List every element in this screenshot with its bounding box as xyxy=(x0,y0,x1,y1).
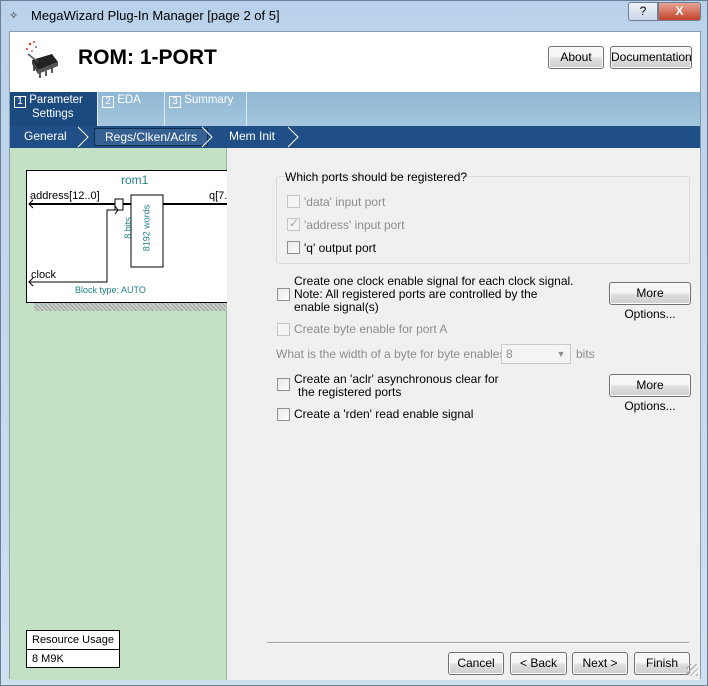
symbol-instance-name: rom1 xyxy=(121,173,149,187)
block-type-label: Block type: AUTO xyxy=(75,285,146,295)
clock-enable-more-options-button[interactable]: More Options... xyxy=(609,282,691,321)
rden-label: Create a 'rden' read enable signal xyxy=(294,407,474,421)
rden-checkbox[interactable] xyxy=(277,408,290,421)
clock-enable-label-line1: Create one clock enable signal for each … xyxy=(294,274,574,288)
subtab-general[interactable]: General xyxy=(24,129,67,143)
data-port-checkbox[interactable] xyxy=(287,195,300,208)
chevron-right-icon xyxy=(287,126,299,148)
chevron-right-icon xyxy=(77,126,89,148)
memory-words-label: 8192 words xyxy=(141,204,152,252)
tab-number: 1 xyxy=(14,96,26,108)
footer-divider xyxy=(267,642,689,644)
aclr-checkbox[interactable] xyxy=(277,378,290,391)
title-bar[interactable]: ✧ MegaWizard Plug-In Manager [page 2 of … xyxy=(1,1,707,31)
aclr-label-line1: Create an 'aclr' asynchronous clear for xyxy=(294,372,499,386)
wizard-window: ✧ MegaWizard Plug-In Manager [page 2 of … xyxy=(0,0,708,686)
wizard-header: ROM: 1-PORT About Documentation xyxy=(10,32,700,92)
byte-enable-checkbox[interactable] xyxy=(277,323,290,336)
megafunction-chip-icon xyxy=(26,41,58,78)
byte-width-question: What is the width of a byte for byte ena… xyxy=(276,347,513,361)
address-port-label: address[12..0] xyxy=(30,190,100,202)
subtab-regs-clken-aclrs[interactable]: Regs/Clken/Aclrs xyxy=(94,128,209,146)
clock-enable-label-line3: enable signal(s) xyxy=(294,300,379,314)
help-button[interactable]: ? xyxy=(628,2,658,21)
q-port-label: 'q' output port xyxy=(304,241,376,255)
page-title: ROM: 1-PORT xyxy=(78,46,217,69)
dropdown-arrow-icon: ▼ xyxy=(556,349,566,359)
tab-number: 3 xyxy=(169,96,181,108)
cancel-label: Cancel xyxy=(457,656,495,670)
byte-enable-label: Create byte enable for port A xyxy=(294,322,448,336)
tab-eda[interactable]: 2 EDA xyxy=(98,92,165,126)
back-label: < Back xyxy=(519,656,558,670)
chevron-right-icon xyxy=(201,126,213,148)
sub-tabs: General Regs/Clken/Aclrs Mem Init xyxy=(10,126,700,148)
registered-ports-question: Which ports should be registered? xyxy=(285,170,468,184)
subtab-mem-init[interactable]: Mem Init xyxy=(229,129,275,143)
checkmark-icon: ✓ xyxy=(289,216,300,230)
documentation-button-label: Documentation xyxy=(611,50,692,64)
tab-label: Parameter xyxy=(29,94,83,106)
tab-parameter-settings[interactable]: 1 Parameter Settings xyxy=(10,92,98,126)
tab-label-line2: Settings xyxy=(32,108,74,120)
tab-summary[interactable]: 3 Summary xyxy=(165,92,247,126)
resource-usage-value: 8 M9K xyxy=(32,653,64,665)
more-options-label: More Options... xyxy=(624,378,676,413)
clock-port-label: clock xyxy=(31,269,57,281)
wand-icon: ✧ xyxy=(9,10,19,22)
finish-label: Finish xyxy=(645,656,678,670)
window-title: MegaWizard Plug-In Manager [page 2 of 5] xyxy=(31,8,280,23)
clock-enable-label-line2: Note: All registered ports are controlle… xyxy=(294,287,538,301)
byte-width-select[interactable]: 8 ▼ xyxy=(501,344,571,364)
close-button[interactable]: X xyxy=(658,2,701,21)
resize-grip[interactable] xyxy=(686,664,698,676)
resource-usage-header: Resource Usage xyxy=(27,631,119,650)
clock-enable-checkbox[interactable] xyxy=(277,288,290,301)
finish-button[interactable]: Finish xyxy=(634,652,690,675)
cancel-button[interactable]: Cancel xyxy=(448,652,504,675)
client-area: ROM: 1-PORT About Documentation 1 Parame… xyxy=(9,31,701,680)
back-button[interactable]: < Back xyxy=(510,652,567,675)
address-port-checkbox[interactable]: ✓ xyxy=(287,216,300,231)
tab-label: EDA xyxy=(117,94,141,106)
byte-width-unit: bits xyxy=(576,347,595,361)
aclr-label-line2: the registered ports xyxy=(298,385,402,399)
rom-symbol: rom1 address[12..0] q[7..0] clock Block … xyxy=(26,170,244,303)
data-port-label: 'data' input port xyxy=(304,195,386,209)
step-tabs: 1 Parameter Settings 2 EDA 3 Summary xyxy=(10,92,700,126)
about-button-label: About xyxy=(560,50,592,64)
more-options-label: More Options... xyxy=(624,286,676,321)
q-port-checkbox[interactable] xyxy=(287,241,300,254)
next-label: Next > xyxy=(582,656,618,670)
about-button[interactable]: About xyxy=(548,46,604,69)
address-port-label: 'address' input port xyxy=(304,218,405,232)
memory-bits-label: 8 bits xyxy=(122,217,133,239)
aclr-more-options-button[interactable]: More Options... xyxy=(609,374,691,413)
byte-width-value: 8 xyxy=(506,347,513,361)
documentation-button[interactable]: Documentation xyxy=(610,46,692,69)
tab-label: Summary xyxy=(184,94,234,106)
resource-usage-box: Resource Usage 8 M9K xyxy=(26,630,120,668)
tab-number: 2 xyxy=(102,96,114,108)
next-button[interactable]: Next > xyxy=(572,652,628,675)
